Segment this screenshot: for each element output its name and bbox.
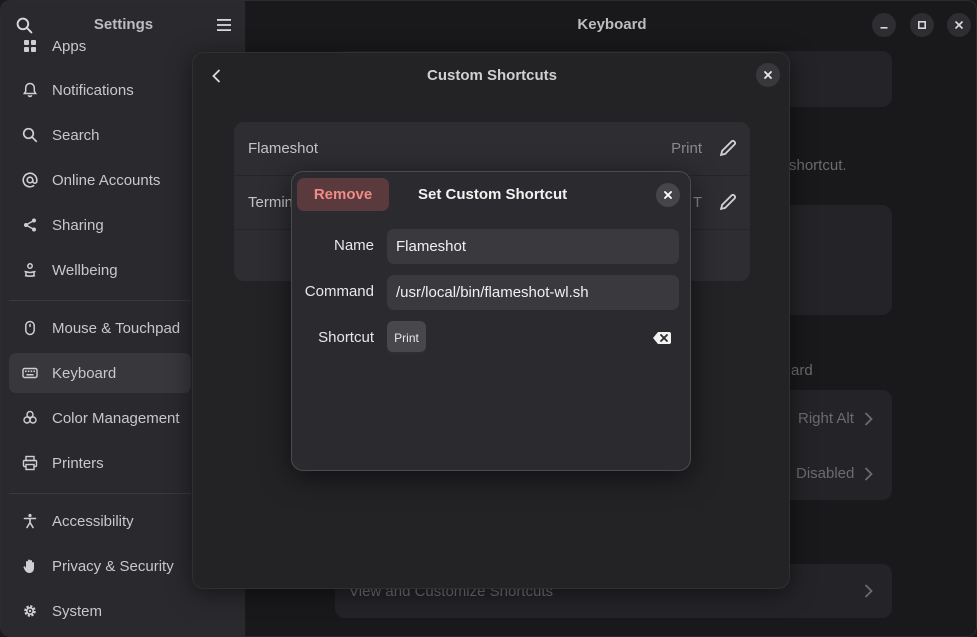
chevron-right-icon xyxy=(863,466,873,482)
dialog-title: Set Custom Shortcut xyxy=(418,186,568,203)
sidebar-item-label: Color Management xyxy=(52,409,180,427)
set-custom-shortcut-dialog: Remove Set Custom Shortcut Name Command … xyxy=(291,171,691,471)
shortcut-key: T xyxy=(692,194,702,211)
sidebar-item-system[interactable]: System xyxy=(9,591,191,631)
sidebar-item-label: Wellbeing xyxy=(52,261,118,279)
sidebar-item-sharing[interactable]: Sharing xyxy=(9,205,191,245)
sidebar-item-accessibility[interactable]: Accessibility xyxy=(9,501,191,541)
maximize-icon xyxy=(917,20,927,30)
pencil-icon[interactable] xyxy=(718,138,738,158)
command-field[interactable] xyxy=(387,275,679,310)
sidebar-item-label: System xyxy=(52,602,103,620)
search-icon xyxy=(22,127,38,143)
sidebar-item-notifications[interactable]: Notifications xyxy=(9,70,191,110)
chevron-right-icon xyxy=(863,411,873,427)
pencil-icon[interactable] xyxy=(718,192,738,212)
name-label: Name xyxy=(333,237,374,254)
sidebar-item-privacy-security[interactable]: Privacy & Security xyxy=(9,546,191,586)
sidebar-item-label: Keyboard xyxy=(52,364,117,382)
sidebar-item-wellbeing[interactable]: Wellbeing xyxy=(9,250,191,290)
sidebar-item-printers[interactable]: Printers xyxy=(9,443,191,483)
palette-icon xyxy=(22,410,38,426)
sidebar-item-online-accounts[interactable]: Online Accounts xyxy=(9,160,191,200)
keyboard-icon xyxy=(22,365,38,381)
shortcut-name: Flameshot xyxy=(248,140,319,157)
compose-key-value: Disabled xyxy=(796,465,855,482)
chevron-right-icon xyxy=(863,583,873,599)
apps-icon xyxy=(22,38,38,54)
sidebar-item-color-management[interactable]: Color Management xyxy=(9,398,191,438)
close-icon xyxy=(954,20,964,30)
shortcut-key: Print xyxy=(671,140,702,157)
sidebar-item-label: Accessibility xyxy=(52,512,134,530)
alternate-chars-value: Right Alt xyxy=(798,410,854,427)
sidebar-divider xyxy=(9,493,191,494)
sidebar-item-label: Sharing xyxy=(52,216,104,234)
accessibility-icon xyxy=(22,513,38,529)
close-icon xyxy=(663,190,673,200)
shortcut-label: Shortcut xyxy=(318,329,374,346)
sidebar-item-label: Notifications xyxy=(52,81,134,99)
remove-button[interactable]: Remove xyxy=(297,178,389,211)
close-icon xyxy=(763,70,773,80)
close-dialog-button[interactable] xyxy=(756,63,780,87)
shortcut-name: Termin xyxy=(248,194,294,211)
mouse-icon xyxy=(22,320,38,336)
sidebar-item-label: Online Accounts xyxy=(52,171,161,189)
gear-icon xyxy=(22,603,38,619)
sidebar-divider xyxy=(9,300,191,301)
bell-icon xyxy=(22,82,38,98)
hand-icon xyxy=(22,558,38,574)
maximize-button[interactable] xyxy=(910,13,934,37)
shortcut-row[interactable]: Flameshot Print xyxy=(234,122,750,176)
sidebar-item-mouse-touchpad[interactable]: Mouse & Touchpad xyxy=(9,308,191,348)
sidebar-item-search[interactable]: Search xyxy=(9,115,191,155)
command-label: Command xyxy=(304,283,374,300)
minimize-icon xyxy=(879,20,889,30)
hamburger-menu-icon xyxy=(216,18,232,32)
sidebar-item-label: Search xyxy=(52,126,100,144)
page-title: Keyboard xyxy=(577,16,647,33)
at-sign-icon xyxy=(22,172,38,188)
close-window-button[interactable] xyxy=(947,13,971,37)
clear-shortcut-icon[interactable] xyxy=(652,330,672,346)
sidebar-item-label: Printers xyxy=(52,454,104,472)
sidebar-item-keyboard[interactable]: Keyboard xyxy=(9,353,191,393)
background-hint-text: shortcut. xyxy=(789,157,847,174)
background-hint-text: ard xyxy=(791,362,813,379)
close-dialog-button[interactable] xyxy=(656,183,680,207)
sidebar-item-label: Mouse & Touchpad xyxy=(52,319,181,337)
wellbeing-icon xyxy=(22,262,38,278)
minimize-button[interactable] xyxy=(872,13,896,37)
sidebar-item-label: Apps xyxy=(52,37,87,55)
main-menu-button[interactable] xyxy=(207,8,241,42)
sidebar-item-label: Privacy & Security xyxy=(52,557,174,575)
share-icon xyxy=(22,217,38,233)
shortcut-key-chip[interactable]: Print xyxy=(387,321,426,354)
printer-icon xyxy=(22,455,38,471)
dialog-title: Custom Shortcuts xyxy=(426,67,557,84)
sidebar-item-apps[interactable]: Apps xyxy=(9,26,191,66)
name-field[interactable] xyxy=(387,229,679,264)
